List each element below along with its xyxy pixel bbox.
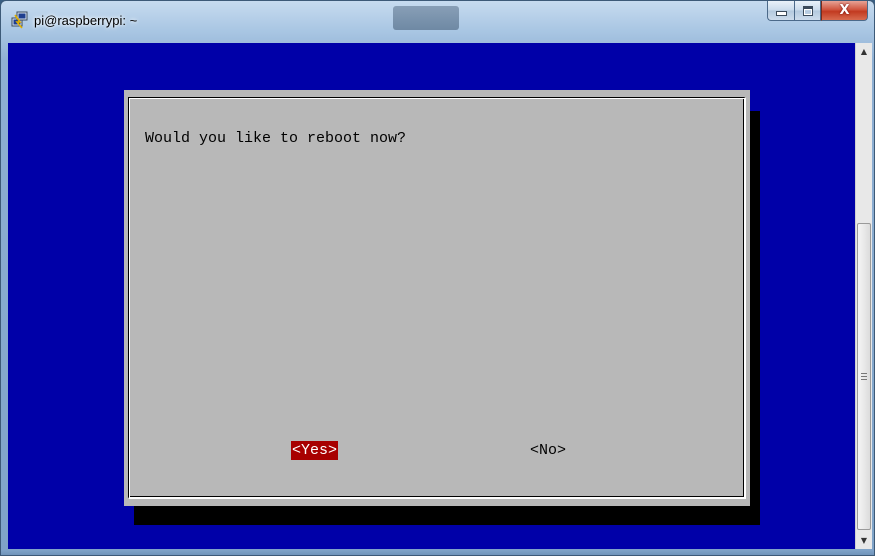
maximize-icon bbox=[802, 5, 813, 16]
reboot-dialog: Would you like to reboot now? <Yes> <No> bbox=[124, 90, 750, 506]
dialog-message: Would you like to reboot now? bbox=[145, 130, 407, 147]
minimize-icon bbox=[775, 11, 787, 16]
yes-button[interactable]: <Yes> bbox=[291, 441, 339, 460]
window-bottom-border bbox=[1, 550, 874, 555]
scroll-down-arrow-icon[interactable]: ▼ bbox=[856, 532, 872, 549]
scrollbar-thumb[interactable] bbox=[857, 223, 871, 530]
putty-window: pi@raspberrypi: ~ X Would you like to re… bbox=[0, 0, 875, 556]
close-icon: X bbox=[839, 3, 850, 18]
terminal-area[interactable]: Would you like to reboot now? <Yes> <No> bbox=[8, 43, 855, 549]
dialog-frame bbox=[128, 97, 746, 499]
maximize-button[interactable] bbox=[794, 1, 821, 21]
close-button[interactable]: X bbox=[821, 1, 868, 21]
background-taskbar-thumbnail bbox=[393, 6, 459, 30]
minimize-button[interactable] bbox=[767, 1, 794, 21]
title-bar[interactable]: pi@raspberrypi: ~ X bbox=[1, 1, 874, 43]
grip-icon bbox=[861, 373, 867, 380]
window-title: pi@raspberrypi: ~ bbox=[34, 13, 138, 28]
caption-buttons: X bbox=[767, 1, 868, 22]
scroll-up-arrow-icon[interactable]: ▲ bbox=[856, 43, 872, 60]
putty-icon[interactable] bbox=[11, 11, 29, 29]
no-button[interactable]: <No> bbox=[530, 441, 566, 460]
vertical-scrollbar[interactable]: ▲ ▼ bbox=[855, 43, 872, 549]
